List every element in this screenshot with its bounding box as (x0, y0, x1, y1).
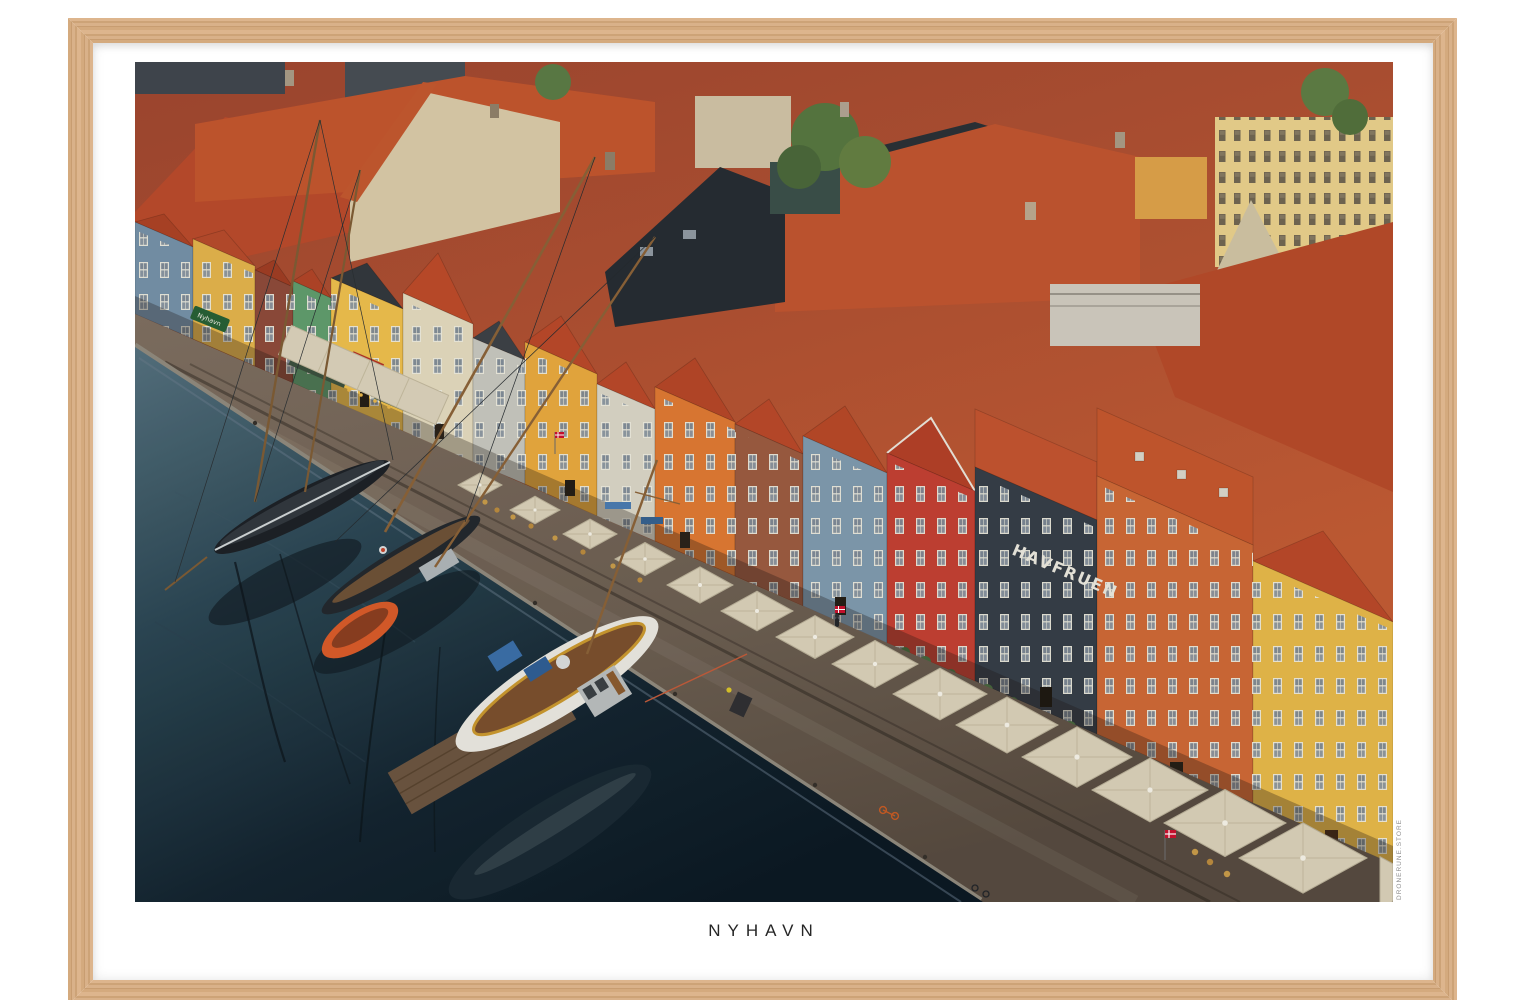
poster-paper: NYH HAVFRUEN (93, 43, 1433, 980)
nyhavn-photo-svg: NYH HAVFRUEN (135, 62, 1393, 902)
poster-caption: NYHAVN (135, 921, 1393, 941)
frame-bar-bottom (68, 980, 1457, 1000)
photo-vignette (135, 62, 1393, 902)
photographer-credit: DRONERUNE.STORE (1396, 819, 1403, 900)
wood-frame: NYH HAVFRUEN (68, 18, 1457, 1000)
frame-bar-left (68, 18, 93, 1000)
nyhavn-photo: NYH HAVFRUEN (135, 62, 1393, 902)
frame-bar-right (1432, 18, 1457, 1000)
frame-bar-top (68, 18, 1457, 43)
poster-mockup: NYH HAVFRUEN (0, 0, 1529, 1000)
